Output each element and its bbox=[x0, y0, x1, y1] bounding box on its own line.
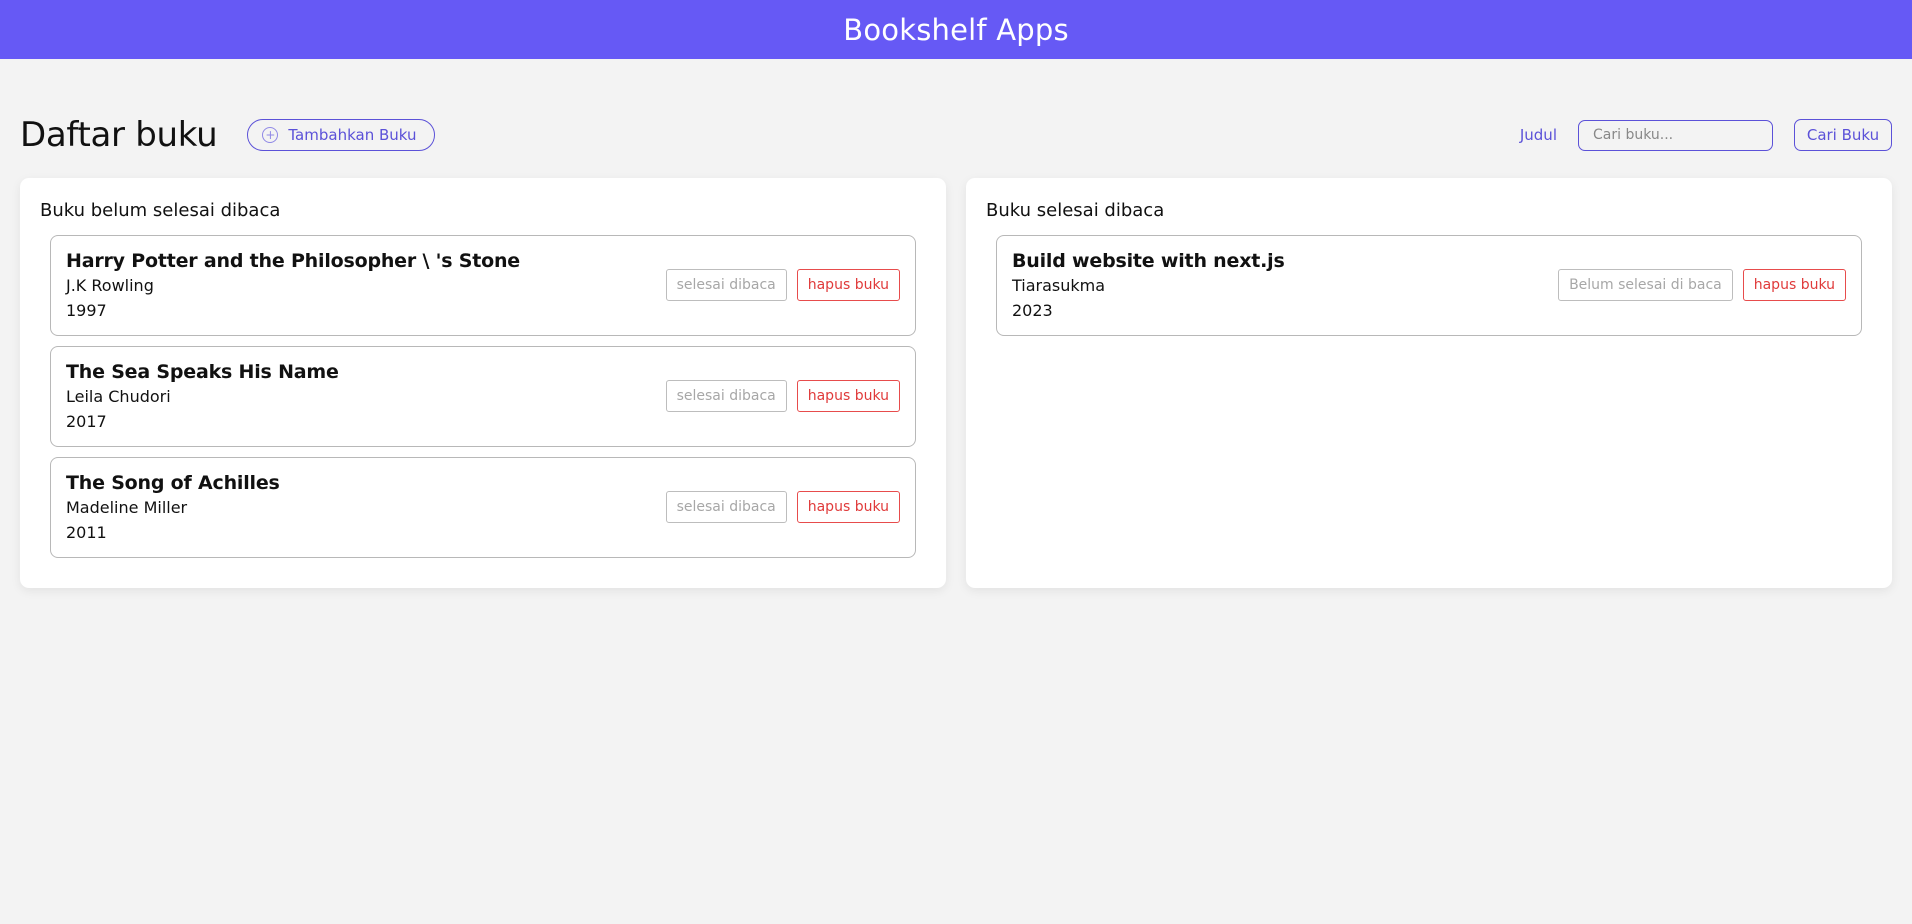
book-card: Harry Potter and the Philosopher \ 's St… bbox=[50, 235, 916, 336]
delete-book-button[interactable]: hapus buku bbox=[796, 380, 900, 412]
app-title: Bookshelf Apps bbox=[843, 12, 1069, 47]
unread-panel-title: Buku belum selesai dibaca bbox=[40, 200, 281, 221]
app-header: Bookshelf Apps bbox=[0, 0, 1912, 59]
plus-circle-icon: + bbox=[262, 127, 279, 143]
toolbar: Daftar buku + Tambahkan Buku Judul Cari … bbox=[20, 113, 1892, 157]
mark-read-button[interactable]: selesai dibaca bbox=[665, 269, 787, 301]
read-book-list: Build website with next.js Tiarasukma 20… bbox=[986, 235, 1872, 336]
unread-books-panel: Buku belum selesai dibaca Harry Potter a… bbox=[20, 178, 946, 588]
delete-book-button[interactable]: hapus buku bbox=[1742, 269, 1846, 301]
book-card: The Song of Achilles Madeline Miller 201… bbox=[50, 457, 916, 558]
search-input[interactable] bbox=[1578, 119, 1773, 151]
page-title: Daftar buku bbox=[20, 115, 218, 155]
read-panel-title: Buku selesai dibaca bbox=[986, 200, 1165, 221]
book-actions: selesai dibaca hapus buku bbox=[665, 269, 900, 301]
unread-book-list: Harry Potter and the Philosopher \ 's St… bbox=[40, 235, 926, 558]
book-actions: selesai dibaca hapus buku bbox=[665, 380, 900, 412]
delete-book-button[interactable]: hapus buku bbox=[796, 491, 900, 523]
add-book-button[interactable]: + Tambahkan Buku bbox=[247, 119, 435, 151]
book-year: 2011 bbox=[66, 523, 107, 542]
mark-read-button[interactable]: selesai dibaca bbox=[665, 491, 787, 523]
book-year: 1997 bbox=[66, 301, 107, 320]
delete-book-button[interactable]: hapus buku bbox=[796, 269, 900, 301]
book-actions: selesai dibaca hapus buku bbox=[665, 491, 900, 523]
add-book-label: Tambahkan Buku bbox=[288, 126, 417, 144]
search-label: Judul bbox=[1519, 126, 1557, 144]
book-year: 2017 bbox=[66, 412, 107, 431]
search-button[interactable]: Cari Buku bbox=[1794, 119, 1892, 151]
book-card: The Sea Speaks His Name Leila Chudori 20… bbox=[50, 346, 916, 447]
book-actions: Belum selesai di baca hapus buku bbox=[1558, 269, 1846, 301]
mark-read-button[interactable]: selesai dibaca bbox=[665, 380, 787, 412]
read-books-panel: Buku selesai dibaca Build website with n… bbox=[966, 178, 1892, 588]
book-card: Build website with next.js Tiarasukma 20… bbox=[996, 235, 1862, 336]
mark-unread-button[interactable]: Belum selesai di baca bbox=[1558, 269, 1733, 301]
book-year: 2023 bbox=[1012, 301, 1053, 320]
search-area: Judul Cari Buku bbox=[1520, 119, 1892, 151]
